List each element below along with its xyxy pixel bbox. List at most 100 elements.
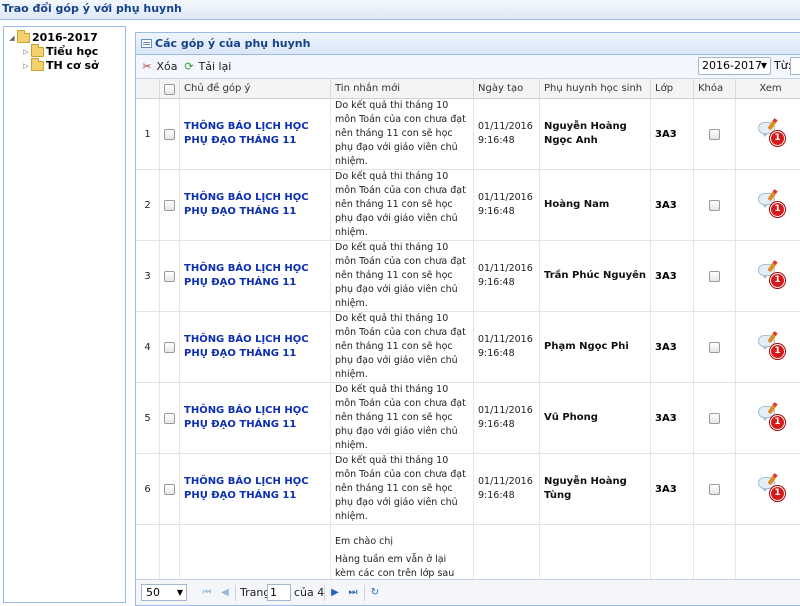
subject-link[interactable]: THÔNG BÁO LỊCH HỌC PHỤ ĐẠO THÁNG 11	[180, 120, 330, 148]
next-page-icon[interactable]: ▶	[328, 585, 342, 601]
row-checkbox-cell	[160, 99, 180, 169]
parent-name: Vũ Phong	[544, 412, 598, 423]
header-subject[interactable]: Chủ đề góp ý	[180, 79, 331, 99]
row-number: 3	[136, 241, 160, 311]
page-count-label: của 4	[294, 586, 325, 599]
grade-value: 3A3	[655, 128, 677, 140]
unread-badge: 1	[770, 486, 785, 501]
row-checkbox-cell	[160, 312, 180, 382]
school-year-value: 2016-2017	[702, 59, 762, 72]
message-text: Do kết quả thi tháng 10 môn Toán của con…	[335, 171, 466, 238]
message-text: Do kết quả thi tháng 10 môn Toán của con…	[335, 313, 466, 380]
row-checkbox[interactable]	[164, 483, 175, 495]
view-messages-button[interactable]: 1	[756, 474, 786, 503]
tree-node-root[interactable]: ◢ 2016-2017	[7, 30, 98, 45]
message-body: Hàng tuần em vẫn ở lại kèm các con trên …	[335, 554, 455, 579]
tree-node-label: TH cơ sở	[46, 59, 99, 72]
parent-name: Nguyễn Hoàng Tùng	[544, 476, 627, 501]
header-created[interactable]: Ngày tạo	[474, 79, 540, 99]
message-text-partial: Em chào chị Hàng tuần em vẫn ở lại kèm c…	[331, 525, 474, 580]
lock-checkbox[interactable]	[709, 270, 720, 282]
header-view[interactable]: Xem	[736, 79, 800, 99]
grade-value: 3A3	[655, 412, 677, 424]
subject-link[interactable]: THÔNG BÁO LỊCH HỌC PHỤ ĐẠO THÁNG 11	[180, 333, 330, 361]
view-messages-button[interactable]: 1	[756, 261, 786, 290]
row-checkbox[interactable]	[164, 341, 175, 353]
subject-link[interactable]: THÔNG BÁO LỊCH HỌC PHỤ ĐẠO THÁNG 11	[180, 262, 330, 290]
table-row[interactable]: 6 THÔNG BÁO LỊCH HỌC PHỤ ĐẠO THÁNG 11 Do…	[136, 454, 800, 525]
school-year-select[interactable]: 2016-2017 ▼	[698, 57, 771, 75]
subject-link[interactable]: THÔNG BÁO LỊCH HỌC PHỤ ĐẠO THÁNG 11	[180, 404, 330, 432]
from-date-input[interactable]	[790, 57, 800, 75]
subject-link[interactable]: THÔNG BÁO LỊCH HỌC PHỤ ĐẠO THÁNG 11	[180, 191, 330, 219]
message-text: Do kết quả thi tháng 10 môn Toán của con…	[335, 455, 466, 522]
header-select-all	[160, 79, 180, 99]
lock-checkbox[interactable]	[709, 483, 720, 495]
row-number: 4	[136, 312, 160, 382]
folder-icon	[31, 58, 44, 71]
refresh-icon[interactable]: ↻	[368, 585, 382, 601]
select-all-checkbox[interactable]	[164, 83, 175, 95]
header-message[interactable]: Tin nhắn mới	[331, 79, 474, 99]
lock-checkbox[interactable]	[709, 199, 720, 211]
reload-button[interactable]: ⟳ Tải lại	[183, 59, 231, 75]
row-checkbox[interactable]	[164, 270, 175, 282]
unread-badge: 1	[770, 202, 785, 217]
row-number: 1	[136, 99, 160, 169]
page-size-select[interactable]: 50 ▼	[141, 584, 187, 601]
row-checkbox[interactable]	[164, 199, 175, 211]
unread-badge: 1	[770, 344, 785, 359]
header-grade[interactable]: Lớp	[651, 79, 694, 99]
page-number-input[interactable]: 1	[267, 584, 291, 601]
expanded-triangle-icon[interactable]: ◢	[7, 31, 17, 45]
dropdown-arrow-icon: ▼	[176, 588, 183, 597]
grade-value: 3A3	[655, 341, 677, 353]
folder-icon	[31, 44, 44, 57]
parent-name: Nguyễn Hoàng Ngọc Anh	[544, 121, 627, 146]
grid-body: 1 THÔNG BÁO LỊCH HỌC PHỤ ĐẠO THÁNG 11 Do…	[136, 99, 800, 580]
view-messages-button[interactable]: 1	[756, 403, 786, 432]
collapsed-triangle-icon[interactable]: ▷	[21, 59, 31, 73]
created-date: 01/11/2016 9:16:48	[478, 476, 533, 501]
grid-header: Chủ đề góp ý Tin nhắn mới Ngày tạo Phụ h…	[136, 79, 800, 99]
first-page-icon[interactable]: ⏮	[200, 585, 214, 601]
message-text: Do kết quả thi tháng 10 môn Toán của con…	[335, 384, 466, 451]
row-number: 6	[136, 454, 160, 524]
table-row[interactable]: 5 THÔNG BÁO LỊCH HỌC PHỤ ĐẠO THÁNG 11 Do…	[136, 383, 800, 454]
view-messages-button[interactable]: 1	[756, 332, 786, 361]
lock-checkbox[interactable]	[709, 128, 720, 140]
panel-header: Các góp ý của phụ huynh	[136, 33, 800, 55]
refresh-icon: ⟳	[184, 60, 194, 73]
parent-name: Hoàng Nam	[544, 199, 610, 210]
row-checkbox[interactable]	[164, 412, 175, 424]
header-locked[interactable]: Khóa	[694, 79, 736, 99]
table-row[interactable]: 3 THÔNG BÁO LỊCH HỌC PHỤ ĐẠO THÁNG 11 Do…	[136, 241, 800, 312]
class-tree: ◢ 2016-2017 ▷ Tiểu học ▷ TH cơ sở	[3, 26, 126, 603]
subject-link[interactable]: THÔNG BÁO LỊCH HỌC PHỤ ĐẠO THÁNG 11	[180, 475, 330, 503]
row-checkbox-cell	[160, 170, 180, 240]
created-date: 01/11/2016 9:16:48	[478, 334, 533, 359]
delete-icon: ✂	[142, 60, 152, 73]
table-row[interactable]: 2 THÔNG BÁO LỊCH HỌC PHỤ ĐẠO THÁNG 11 Do…	[136, 170, 800, 241]
grid-icon	[141, 38, 152, 48]
table-row[interactable]: 4 THÔNG BÁO LỊCH HỌC PHỤ ĐẠO THÁNG 11 Do…	[136, 312, 800, 383]
row-checkbox-cell	[160, 383, 180, 453]
row-checkbox[interactable]	[164, 128, 175, 140]
window-title: Trao đổi góp ý với phụ huynh	[0, 0, 800, 20]
page-label: Trang	[240, 586, 271, 599]
table-row-partial[interactable]: Em chào chị Hàng tuần em vẫn ở lại kèm c…	[136, 525, 800, 580]
delete-label: Xóa	[156, 60, 178, 73]
collapsed-triangle-icon[interactable]: ▷	[21, 45, 31, 59]
view-messages-button[interactable]: 1	[756, 190, 786, 219]
table-row[interactable]: 1 THÔNG BÁO LỊCH HỌC PHỤ ĐẠO THÁNG 11 Do…	[136, 99, 800, 170]
view-messages-button[interactable]: 1	[756, 119, 786, 148]
tree-node-secondary[interactable]: ▷ TH cơ sở	[21, 58, 99, 73]
last-page-icon[interactable]: ⏭	[346, 585, 360, 601]
tree-node-primary[interactable]: ▷ Tiểu học	[21, 44, 98, 59]
pagination-bar: 50 ▼ ⏮ ◀ Trang 1 của 4 ▶ ⏭ ↻	[136, 579, 800, 605]
lock-checkbox[interactable]	[709, 341, 720, 353]
delete-button[interactable]: ✂ Xóa	[141, 59, 178, 75]
prev-page-icon[interactable]: ◀	[218, 585, 232, 601]
lock-checkbox[interactable]	[709, 412, 720, 424]
header-parent[interactable]: Phụ huynh học sinh	[540, 79, 651, 99]
